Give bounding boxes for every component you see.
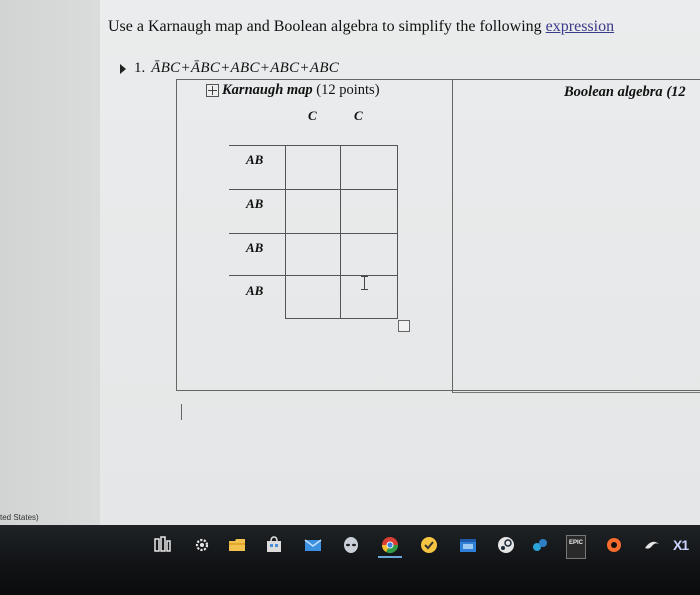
kmap-cell[interactable] xyxy=(341,146,397,189)
kmap-row-label-ab-bar: AB xyxy=(246,196,264,211)
kmap-row-label-ab: AB xyxy=(246,240,264,255)
region-status-text: ted States) xyxy=(0,513,39,522)
active-app-indicator xyxy=(378,556,402,558)
text-caret xyxy=(181,404,182,420)
kmap-cell[interactable] xyxy=(341,234,397,275)
heading-text: Use a Karnaugh map and Boolean algebra t… xyxy=(108,18,546,35)
collapse-triangle-icon[interactable] xyxy=(120,63,126,74)
kmap-cell[interactable] xyxy=(286,276,340,318)
kmap-col-header-c-bar: C xyxy=(308,108,317,123)
boolean-header: Boolean algebra (12 xyxy=(564,84,686,101)
kmap-grid-line xyxy=(285,318,397,319)
boolean-points: (12 xyxy=(666,84,686,100)
question-expression: ĀBC+ĀBC+ABC+ABC+ABC xyxy=(151,60,340,76)
kmap-cell[interactable] xyxy=(286,190,340,233)
uplay-icon[interactable] xyxy=(643,536,661,554)
kmap-points: (12 points) xyxy=(316,82,380,98)
settings-icon[interactable] xyxy=(193,536,211,554)
answer-table xyxy=(176,79,700,391)
taskbar: EPIC X1 xyxy=(0,525,700,595)
ibeam-cursor-icon xyxy=(361,276,368,290)
kmap-header: Karnaugh map (12 points) xyxy=(206,82,380,99)
instruction-heading: Use a Karnaugh map and Boolean algebra t… xyxy=(108,18,614,36)
calendar-icon[interactable] xyxy=(459,536,477,554)
kmap-grid-line xyxy=(397,145,398,319)
expression-link[interactable]: expression xyxy=(546,18,614,35)
file-explorer-icon[interactable] xyxy=(228,536,246,554)
steam-icon[interactable] xyxy=(497,536,515,554)
x1-label: X1 xyxy=(673,537,689,553)
store-icon[interactable] xyxy=(265,536,283,554)
origin-icon[interactable] xyxy=(605,536,623,554)
left-gutter xyxy=(0,0,100,525)
kmap-cell[interactable] xyxy=(286,234,340,275)
table-resize-handle[interactable] xyxy=(398,320,410,332)
chrome-icon[interactable] xyxy=(381,536,399,554)
kmap-row-label-a-bar-b: AB xyxy=(246,283,264,298)
mail-icon[interactable] xyxy=(304,536,322,554)
question-number: 1. xyxy=(134,60,146,76)
check-app-icon[interactable] xyxy=(420,536,438,554)
boolean-title: Boolean algebra xyxy=(564,84,663,100)
kmap-col-header-c: C xyxy=(354,108,363,123)
epic-games-label: EPIC xyxy=(568,540,583,546)
kmap-cell[interactable] xyxy=(341,190,397,233)
app-icon[interactable] xyxy=(531,536,549,554)
xbox-icon[interactable]: X1 xyxy=(673,537,689,553)
kmap-title: Karnaugh map xyxy=(222,82,313,98)
epic-games-icon[interactable]: EPIC xyxy=(566,535,586,559)
kmap-cell[interactable] xyxy=(341,276,397,318)
question-1[interactable]: 1. ĀBC+ĀBC+ABC+ABC+ABC xyxy=(120,60,339,77)
alienware-icon[interactable] xyxy=(342,536,360,554)
table-bottom-border xyxy=(453,392,700,393)
document-page[interactable]: Use a Karnaugh map and Boolean algebra t… xyxy=(100,0,700,525)
kmap-row-label-ab-bar-bar: AB xyxy=(246,152,264,167)
table-move-icon[interactable] xyxy=(206,84,219,97)
task-view-icon[interactable] xyxy=(154,536,172,554)
kmap-cell[interactable] xyxy=(286,146,340,189)
table-column-divider xyxy=(452,79,453,393)
